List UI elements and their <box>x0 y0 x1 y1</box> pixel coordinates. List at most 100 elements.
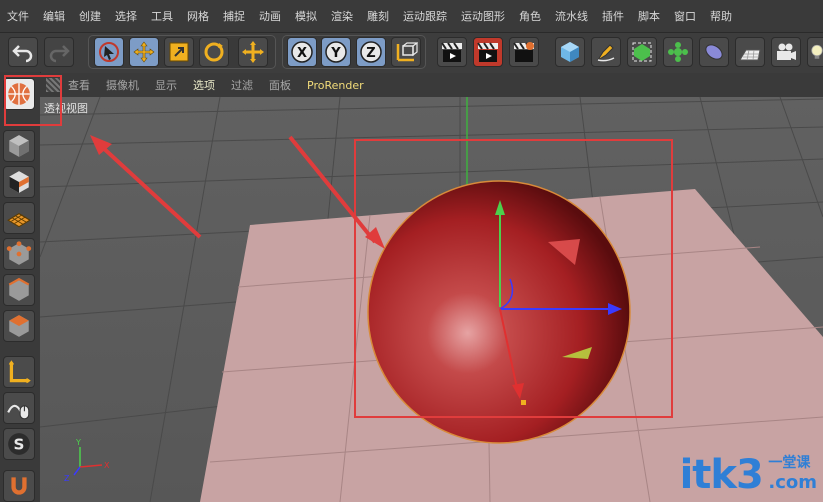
live-select-button[interactable] <box>94 37 124 67</box>
menu-mesh[interactable]: 网格 <box>180 8 216 24</box>
axis-label-y: Y <box>75 438 81 447</box>
points-mode-icon <box>7 213 31 228</box>
axis-label-x: X <box>104 461 110 470</box>
mode-sidebar: S <box>0 72 41 502</box>
texture-mode-icon <box>9 135 29 157</box>
undo-icon <box>12 45 33 63</box>
snap-icon <box>7 404 30 420</box>
menu-mograph[interactable]: 运动图形 <box>454 8 512 24</box>
viewport-menu-panel[interactable]: 面板 <box>261 77 299 93</box>
snap-button[interactable] <box>3 392 35 424</box>
camera-icon <box>777 43 796 60</box>
viewport-menu-display[interactable]: 显示 <box>147 77 185 93</box>
scale-icon <box>169 42 189 62</box>
redo-icon <box>49 45 70 63</box>
subdivision-button[interactable] <box>627 37 657 67</box>
viewport-menu-bar: 查看 摄像机 显示 选项 过滤 面板 ProRender <box>40 73 823 97</box>
watermark-brand: itk3 <box>679 452 764 498</box>
render-picture-viewer-button[interactable] <box>473 37 503 67</box>
deformer-button[interactable] <box>699 37 729 67</box>
light-icon <box>811 44 823 59</box>
menu-simulate[interactable]: 模拟 <box>288 8 324 24</box>
menu-motion-tracker[interactable]: 运动跟踪 <box>396 8 454 24</box>
x-axis-lock-button[interactable]: X <box>287 37 317 67</box>
workplane-button[interactable] <box>3 166 35 198</box>
menu-sculpt[interactable]: 雕刻 <box>360 8 396 24</box>
menu-plugins[interactable]: 插件 <box>595 8 631 24</box>
redo-button[interactable] <box>44 37 74 67</box>
pen-button[interactable] <box>591 37 621 67</box>
tweak-icon <box>8 360 31 384</box>
main-menu-bar: 文件 编辑 创建 选择 工具 网格 捕捉 动画 模拟 渲染 雕刻 运动跟踪 运动… <box>0 0 823 32</box>
subdivision-icon <box>632 42 652 62</box>
live-select-icon <box>99 42 119 62</box>
highlight-box-mode-button <box>4 75 62 126</box>
floor-button[interactable] <box>735 37 765 67</box>
render-picture-viewer-icon <box>477 42 498 62</box>
x-axis-lock-icon: X <box>291 41 313 63</box>
svg-text:Z: Z <box>366 46 375 61</box>
deformer-icon <box>705 44 723 60</box>
viewport-menu-filter[interactable]: 过滤 <box>223 77 261 93</box>
coordinate-system-icon <box>396 42 418 62</box>
recent-tool-button[interactable] <box>238 37 268 67</box>
z-axis-lock-icon: Z <box>360 41 382 63</box>
viewport-menu-prorender[interactable]: ProRender <box>299 79 372 92</box>
menu-file[interactable]: 文件 <box>0 8 36 24</box>
polygons-mode-icon <box>8 277 30 301</box>
magnet-icon: S <box>8 433 30 455</box>
magnet-button[interactable]: S <box>3 428 35 460</box>
watermark-cn: 一堂课 <box>768 455 811 471</box>
texture-mode-button[interactable] <box>3 130 35 162</box>
menu-edit[interactable]: 编辑 <box>36 8 72 24</box>
axis-label-z: Z <box>64 474 70 483</box>
menu-pipeline[interactable]: 流水线 <box>548 8 595 24</box>
svg-text:S: S <box>14 435 25 453</box>
menu-animate[interactable]: 动画 <box>252 8 288 24</box>
z-axis-lock-button[interactable]: Z <box>356 37 386 67</box>
edges-mode-icon <box>6 241 32 265</box>
camera-button[interactable] <box>771 37 801 67</box>
magnet-tool-icon <box>11 477 27 495</box>
axis-mode-button[interactable] <box>3 310 35 342</box>
floor-icon <box>739 49 761 61</box>
menu-create[interactable]: 创建 <box>72 8 108 24</box>
rotate-button[interactable] <box>199 37 229 67</box>
cube-button[interactable] <box>555 37 585 67</box>
svg-text:Y: Y <box>330 46 341 61</box>
points-mode-button[interactable] <box>3 202 35 234</box>
menu-help[interactable]: 帮助 <box>703 8 739 24</box>
menu-tools[interactable]: 工具 <box>144 8 180 24</box>
cloner-button[interactable] <box>663 37 693 67</box>
render-view-button[interactable] <box>437 37 467 67</box>
y-axis-lock-button[interactable]: Y <box>321 37 351 67</box>
menu-script[interactable]: 脚本 <box>631 8 667 24</box>
light-button[interactable] <box>807 37 823 67</box>
axis-mode-icon <box>9 315 29 337</box>
coordinate-system-button[interactable] <box>391 37 421 67</box>
highlight-box-sphere <box>354 139 673 418</box>
menu-render[interactable]: 渲染 <box>324 8 360 24</box>
recent-tool-icon <box>242 41 264 63</box>
edges-mode-button[interactable] <box>3 238 35 270</box>
undo-button[interactable] <box>8 37 38 67</box>
menu-character[interactable]: 角色 <box>512 8 548 24</box>
tweak-button[interactable] <box>3 356 35 388</box>
viewport-menu-cameras[interactable]: 摄像机 <box>98 77 147 93</box>
y-axis-lock-icon: Y <box>325 41 347 63</box>
main-toolbar: X Y Z <box>0 32 823 74</box>
cube-icon <box>561 42 579 62</box>
move-button[interactable] <box>129 37 159 67</box>
move-icon <box>133 41 155 63</box>
soft-select-button[interactable] <box>3 470 35 502</box>
pen-icon <box>597 44 615 62</box>
viewport-menu-view[interactable]: 查看 <box>60 77 98 93</box>
polygons-mode-button[interactable] <box>3 274 35 306</box>
menu-window[interactable]: 窗口 <box>667 8 703 24</box>
menu-snap[interactable]: 捕捉 <box>216 8 252 24</box>
scale-button[interactable] <box>164 37 194 67</box>
render-settings-button[interactable] <box>509 37 539 67</box>
menu-select[interactable]: 选择 <box>108 8 144 24</box>
viewport-menu-options[interactable]: 选项 <box>185 77 223 93</box>
render-view-icon <box>441 42 462 62</box>
